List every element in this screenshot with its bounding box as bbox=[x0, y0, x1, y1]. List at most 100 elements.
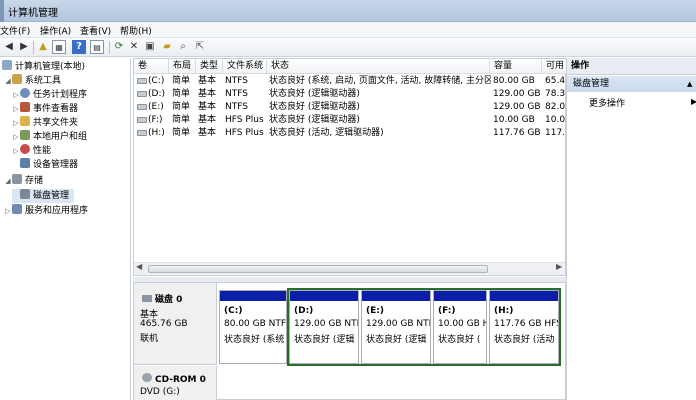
cell-volume: (H:) bbox=[148, 128, 165, 138]
column-header-status[interactable]: 状态 bbox=[267, 59, 490, 74]
performance-icon bbox=[20, 144, 30, 154]
cell-status: 状态良好 (系统, 启动, 页面文件, 活动, 故障转储, 主分区) bbox=[269, 76, 491, 86]
cell-capacity: 10.00 GB bbox=[493, 115, 535, 125]
cell-type: 基本 bbox=[198, 76, 217, 86]
properties-icon[interactable]: ▣ bbox=[143, 40, 157, 54]
expand-arrow-icon[interactable]: ▷ bbox=[12, 116, 20, 130]
partition-0[interactable]: (C:) 80.00 GB NTFS 状态良好 (系统 bbox=[219, 290, 287, 364]
cell-status: 状态良好 (活动, 逻辑驱动器) bbox=[269, 128, 384, 138]
more-actions-link[interactable]: 更多操作 bbox=[589, 96, 625, 109]
expand-arrow-icon[interactable]: ▷ bbox=[12, 88, 20, 102]
tree-item-task-scheduler[interactable]: ▷ 任务计划程序 bbox=[12, 88, 87, 102]
partition-label: (C:) bbox=[224, 306, 243, 316]
export-icon[interactable]: ⇱ bbox=[193, 40, 207, 54]
tree-item-local-users[interactable]: ▷ 本地用户和组 bbox=[12, 130, 87, 144]
volume-icon bbox=[137, 91, 147, 97]
cell-capacity: 129.00 GB bbox=[493, 102, 541, 112]
back-icon[interactable]: ◀ bbox=[2, 40, 16, 54]
menu-action[interactable]: 操作(A) bbox=[40, 24, 71, 37]
navigation-tree: 计算机管理(本地) ◢ 系统工具 ▷ 任务计划程序 ▷ 事件查看器 ▷ 共享文件夹 ▷ 本… bbox=[0, 58, 131, 400]
column-header-type[interactable]: 类型 bbox=[196, 59, 223, 74]
cdrom-info[interactable]: CD-ROM 0 DVD (G:) bbox=[134, 366, 217, 400]
expand-arrow-icon[interactable]: ▷ bbox=[4, 204, 12, 218]
cell-free: 78.3 bbox=[545, 89, 565, 99]
tree-item-storage[interactable]: ◢ 存储 bbox=[4, 174, 43, 188]
cell-free: 65.4 bbox=[545, 76, 565, 86]
tree-item-services-apps[interactable]: ▷ 服务和应用程序 bbox=[4, 204, 88, 218]
scroll-right-icon[interactable]: ▶ bbox=[556, 262, 562, 271]
help-icon[interactable]: ? bbox=[72, 40, 86, 54]
expand-arrow-icon[interactable]: ▷ bbox=[12, 102, 20, 116]
section-collapse-icon[interactable]: ▲ bbox=[687, 80, 692, 88]
tree-item-shared-folders[interactable]: ▷ 共享文件夹 bbox=[12, 116, 78, 130]
cdrom-drive: DVD (G:) bbox=[140, 387, 180, 397]
cell-status: 状态良好 (逻辑驱动器) bbox=[269, 102, 360, 112]
cell-filesystem: NTFS bbox=[225, 89, 248, 99]
expand-arrow-icon[interactable]: ▷ bbox=[12, 144, 20, 158]
disk0-info[interactable]: 磁盘 0 基本 465.76 GB 联机 bbox=[134, 283, 217, 365]
column-header-filesystem[interactable]: 文件系统 bbox=[223, 59, 267, 74]
cell-type: 基本 bbox=[198, 89, 217, 99]
cell-free: 10.0 bbox=[545, 115, 565, 125]
tree-item-disk-management[interactable]: 磁盘管理 bbox=[12, 189, 74, 203]
cdrom-name: CD-ROM 0 bbox=[142, 373, 206, 385]
view-icon[interactable]: ▤ bbox=[90, 40, 104, 54]
computer-icon bbox=[2, 60, 12, 70]
actions-pane: 操作 磁盘管理 ▲ 更多操作 ▶ bbox=[566, 58, 696, 400]
tree-item-event-viewer[interactable]: ▷ 事件查看器 bbox=[12, 102, 78, 116]
refresh-icon[interactable]: ⟳ bbox=[112, 40, 126, 54]
volume-icon bbox=[137, 130, 147, 136]
toolbar: ◀ ▶ ▲ ▦ ? ▤ ⟳ ✕ ▣ ▰ ⌕ ⇱ bbox=[0, 38, 696, 57]
clock-icon bbox=[20, 88, 30, 98]
cell-filesystem: NTFS bbox=[225, 76, 248, 86]
menu-view[interactable]: 查看(V) bbox=[80, 24, 111, 37]
shared-folder-icon bbox=[20, 116, 30, 126]
disk0-name: 磁盘 0 bbox=[142, 292, 182, 305]
toolbar-separator bbox=[109, 41, 110, 54]
title-bar bbox=[0, 0, 696, 22]
cell-volume: (C:) bbox=[148, 76, 165, 86]
tree-root[interactable]: 计算机管理(本地) bbox=[2, 60, 85, 74]
disk-icon bbox=[20, 189, 30, 199]
open-icon[interactable]: ▰ bbox=[160, 40, 174, 54]
scrollbar-thumb[interactable] bbox=[148, 265, 488, 273]
disk0-status: 联机 bbox=[140, 334, 159, 344]
cell-free: 82.0 bbox=[545, 102, 565, 112]
cell-capacity: 129.00 GB bbox=[493, 89, 541, 99]
tree-item-performance[interactable]: ▷ 性能 bbox=[12, 144, 51, 158]
expand-arrow-icon[interactable]: ▷ bbox=[12, 130, 20, 144]
delete-icon[interactable]: ✕ bbox=[127, 40, 141, 54]
menu-file[interactable]: 文件(F) bbox=[0, 24, 30, 37]
users-icon bbox=[20, 130, 30, 140]
forward-icon[interactable]: ▶ bbox=[17, 40, 31, 54]
column-header-layout[interactable]: 布局 bbox=[169, 59, 196, 74]
storage-icon bbox=[12, 174, 22, 184]
submenu-arrow-icon: ▶ bbox=[691, 97, 696, 106]
selection-highlight bbox=[287, 288, 561, 366]
show-hide-tree-icon[interactable]: ▦ bbox=[52, 40, 66, 54]
collapse-arrow-icon[interactable]: ◢ bbox=[4, 74, 12, 88]
column-header-free[interactable]: 可用 bbox=[542, 59, 567, 74]
scroll-left-icon[interactable]: ◀ bbox=[136, 262, 142, 271]
column-header-volume[interactable]: 卷 bbox=[134, 59, 169, 74]
volume-icon bbox=[137, 78, 147, 84]
search-icon[interactable]: ⌕ bbox=[176, 40, 190, 54]
tree-item-system-tools[interactable]: ◢ 系统工具 bbox=[4, 74, 61, 88]
column-header-capacity[interactable]: 容量 bbox=[490, 59, 542, 74]
cell-layout: 简单 bbox=[172, 128, 191, 138]
actions-section-disk-management[interactable]: 磁盘管理 bbox=[567, 76, 696, 92]
menu-help[interactable]: 帮助(H) bbox=[120, 24, 152, 37]
cell-layout: 简单 bbox=[172, 76, 191, 86]
cell-filesystem: NTFS bbox=[225, 102, 248, 112]
event-log-icon bbox=[20, 102, 30, 112]
menu-bar: 文件(F) 操作(A) 查看(V) 帮助(H) bbox=[0, 22, 696, 38]
cell-filesystem: HFS Plus bbox=[225, 128, 264, 138]
cell-filesystem: HFS Plus bbox=[225, 115, 264, 125]
partition-size: 80.00 GB NTFS bbox=[224, 319, 286, 329]
tree-item-device-manager[interactable]: 设备管理器 bbox=[12, 158, 78, 172]
collapse-arrow-icon[interactable]: ◢ bbox=[4, 174, 12, 188]
disk0-size: 465.76 GB bbox=[140, 319, 188, 329]
device-icon bbox=[20, 158, 30, 168]
window-edge bbox=[0, 0, 4, 22]
up-folder-icon[interactable]: ▲ bbox=[36, 40, 50, 54]
